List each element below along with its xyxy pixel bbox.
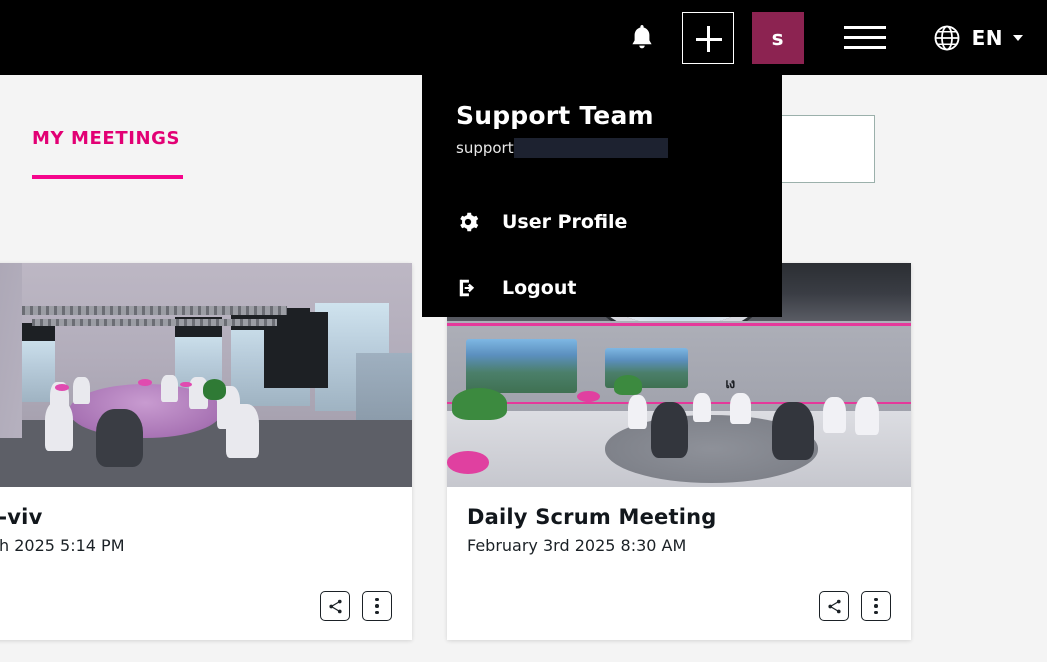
gear-icon <box>456 210 480 234</box>
user-account-dropdown: Support Team support User Profile Logout <box>422 75 782 317</box>
share-button[interactable] <box>819 591 849 621</box>
share-button[interactable] <box>320 591 350 621</box>
meeting-thumbnail-boardroom <box>0 263 412 487</box>
notifications-button[interactable] <box>616 12 668 64</box>
hamburger-icon-line-1 <box>843 26 886 29</box>
chevron-down-icon <box>1013 34 1023 41</box>
meeting-title: Daily Scrum Meeting <box>467 505 717 529</box>
more-vertical-icon <box>375 597 379 615</box>
meeting-card[interactable]: ng-viv y 6th 2025 5:14 PM <box>0 263 412 640</box>
meeting-card-body: Daily Scrum Meeting February 3rd 2025 8:… <box>447 487 911 640</box>
dropdown-item-label: User Profile <box>502 211 628 233</box>
avatar-initial: s <box>771 25 784 50</box>
dropdown-item-logout[interactable]: Logout <box>422 262 782 314</box>
user-avatar[interactable]: s <box>751 11 804 64</box>
language-label: EN <box>971 25 1003 50</box>
more-vertical-icon <box>874 597 878 615</box>
meeting-date: y 6th 2025 5:14 PM <box>0 536 125 555</box>
dropdown-item-user-profile[interactable]: User Profile <box>422 196 782 248</box>
create-meeting-button[interactable] <box>681 11 734 64</box>
search-input[interactable] <box>779 115 875 183</box>
more-options-button[interactable] <box>861 591 891 621</box>
tab-active-indicator <box>32 175 183 179</box>
meeting-card-body: ng-viv y 6th 2025 5:14 PM <box>0 487 412 640</box>
bell-icon <box>631 24 652 48</box>
account-email-row: support <box>422 130 782 158</box>
language-selector[interactable]: EN <box>932 23 1023 53</box>
account-email-text: support <box>456 139 514 157</box>
share-icon <box>328 599 342 613</box>
main-menu-button[interactable] <box>843 16 892 60</box>
meetings-tab-bar: MY MEETINGS <box>32 128 183 179</box>
meeting-card[interactable]: เง Daily Scrum Meeting February 3rd 2025… <box>447 263 911 640</box>
app-root: s EN MY MEETINGS viv h 2025 5:14 PM เง D… <box>0 0 1047 662</box>
dropdown-item-label: Logout <box>502 277 577 299</box>
account-email-redaction <box>513 138 668 158</box>
globe-icon <box>934 25 960 50</box>
account-name: Support Team <box>456 101 654 130</box>
meeting-card-actions <box>467 591 891 640</box>
meeting-card-actions <box>0 591 392 640</box>
more-options-button[interactable] <box>362 591 392 621</box>
meeting-date: February 3rd 2025 8:30 AM <box>467 536 687 555</box>
top-header-bar: s EN <box>0 0 1047 75</box>
hamburger-icon-line-3 <box>843 46 886 49</box>
meetings-card-grid: ng-viv y 6th 2025 5:14 PM <box>0 263 911 640</box>
share-icon <box>827 599 841 613</box>
hamburger-icon-line-2 <box>843 36 886 39</box>
logout-icon <box>456 276 480 300</box>
tab-my-meetings[interactable]: MY MEETINGS <box>32 128 180 161</box>
meeting-title: ng-viv <box>0 505 43 529</box>
plus-icon-vertical <box>707 25 711 52</box>
